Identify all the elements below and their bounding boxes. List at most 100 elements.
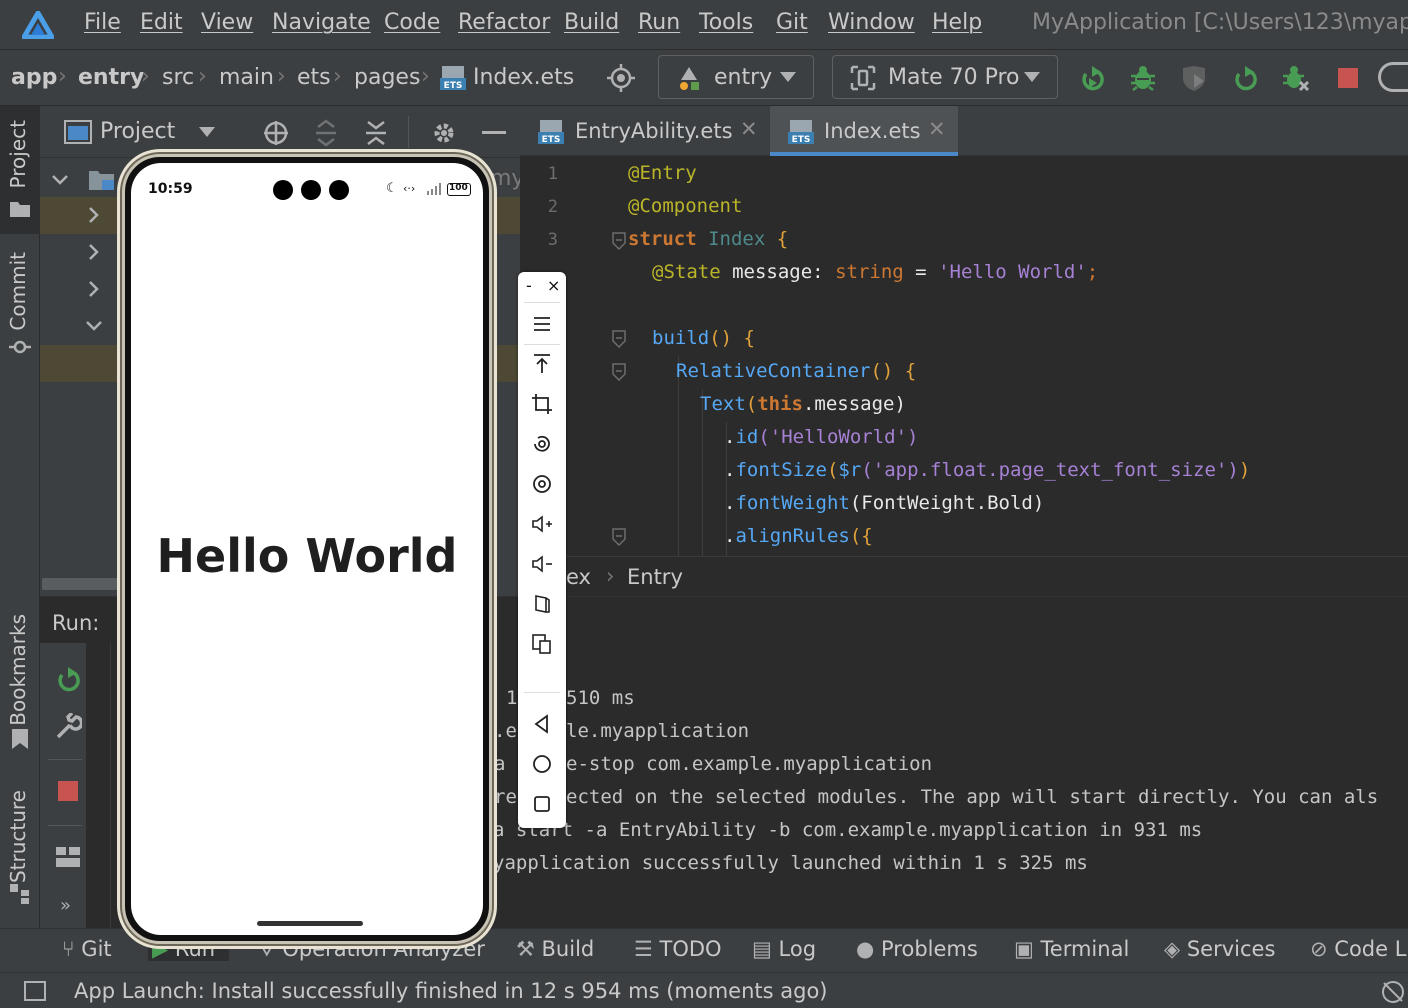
device-dropdown[interactable]: Mate 70 Pro — [832, 55, 1058, 99]
tab-entryability[interactable]: ETS EntryAbility.ets ✕ — [520, 106, 768, 156]
breadcrumb-file[interactable]: Index.ets — [473, 65, 574, 90]
run-config-dropdown[interactable]: entry — [658, 55, 814, 99]
line-number: 1 — [547, 164, 558, 184]
breadcrumb-separator: › — [606, 564, 615, 588]
crop-screenshot-icon[interactable] — [530, 392, 554, 416]
gear-icon[interactable] — [430, 119, 458, 147]
tab-todo[interactable]: ☰ TODO — [634, 937, 722, 961]
tab-terminal[interactable]: ▣ Terminal — [1014, 937, 1129, 961]
tab-build[interactable]: ⚒ Build — [516, 937, 594, 961]
volume-down-icon[interactable] — [530, 552, 554, 576]
menu-build[interactable]: Build — [564, 10, 619, 35]
breadcrumb-item[interactable]: Entry — [627, 565, 683, 589]
fold-marker-icon[interactable] — [612, 363, 626, 381]
breadcrumb-main[interactable]: main — [219, 65, 274, 90]
log-line: ected on the selected modules. The app w… — [566, 786, 1379, 808]
fold-marker-icon[interactable] — [612, 528, 626, 546]
rerun-icon[interactable] — [54, 665, 82, 693]
fold-marker-icon[interactable] — [612, 232, 626, 250]
stop-icon[interactable] — [58, 781, 78, 801]
menu-help[interactable]: Help — [932, 10, 982, 35]
tab-services[interactable]: ◈ Services — [1164, 937, 1275, 961]
menu-navigate[interactable]: Navigate — [272, 10, 371, 35]
app-logo-icon — [22, 11, 54, 39]
recents-icon[interactable] — [530, 792, 554, 816]
tab-label: Index.ets — [824, 119, 921, 143]
project-panel-title[interactable]: Project — [100, 119, 175, 144]
tab-log[interactable]: ▤ Log — [752, 937, 816, 961]
breadcrumb-pages[interactable]: pages — [354, 65, 420, 90]
breadcrumb-ets[interactable]: ets — [297, 65, 331, 90]
volume-up-icon[interactable] — [530, 512, 554, 536]
menu-tools[interactable]: Tools — [699, 10, 753, 35]
select-opened-file-icon[interactable] — [262, 119, 290, 147]
close-button[interactable]: × — [547, 276, 560, 295]
tab-git[interactable]: ⑂ Git — [62, 937, 112, 961]
chevron-down-icon[interactable] — [86, 320, 102, 332]
menu-icon[interactable] — [530, 312, 554, 336]
close-icon[interactable]: ✕ — [740, 117, 758, 141]
location-icon[interactable] — [530, 472, 554, 496]
horizontal-scrollbar[interactable] — [42, 578, 132, 590]
power-save-icon[interactable] — [1380, 979, 1406, 1005]
menu-git[interactable]: Git — [776, 10, 808, 35]
punctuation: . — [724, 492, 736, 514]
chevron-down-icon[interactable] — [198, 126, 216, 138]
chevron-right-icon[interactable] — [88, 244, 100, 260]
wrench-icon[interactable] — [54, 713, 82, 741]
collapse-all-icon[interactable] — [364, 119, 388, 147]
breadcrumb-src[interactable]: src — [162, 65, 194, 90]
more-icon[interactable]: » — [60, 895, 71, 916]
punctuation: () { — [870, 360, 917, 382]
home-icon[interactable] — [530, 752, 554, 776]
rotate-icon[interactable] — [530, 432, 554, 456]
code-editor[interactable]: 1 2 3 @Entry @Component struct Index { @… — [520, 156, 1408, 556]
minimize-panel-icon[interactable] — [482, 131, 506, 134]
breadcrumb-entry[interactable]: entry — [78, 65, 144, 90]
chevron-down-icon[interactable] — [52, 174, 68, 186]
tab-label: Git — [81, 937, 112, 961]
pin-top-icon[interactable] — [530, 352, 554, 376]
minimize-button[interactable]: - — [526, 276, 532, 295]
expand-all-icon[interactable] — [314, 119, 338, 147]
chevron-right-icon[interactable] — [88, 207, 100, 223]
fold-marker-icon[interactable] — [612, 330, 626, 348]
multi-screen-icon[interactable] — [530, 632, 554, 656]
status-message[interactable]: App Launch: Install successfully finishe… — [74, 979, 828, 1003]
profile-icon[interactable] — [1282, 64, 1310, 92]
log-line: a start -a EntryAbility -b com.example.m… — [493, 819, 1203, 841]
tab-project[interactable]: Project — [6, 120, 30, 188]
punctuation: ({ — [849, 525, 873, 547]
search-icon[interactable] — [1378, 62, 1408, 92]
fold-device-icon[interactable] — [530, 592, 554, 616]
stop-icon[interactable] — [1334, 64, 1362, 92]
menu-view[interactable]: View — [201, 10, 253, 35]
close-icon[interactable]: ✕ — [928, 117, 946, 141]
tab-problems[interactable]: ● Problems — [856, 937, 978, 961]
menu-edit[interactable]: Edit — [140, 10, 183, 35]
tab-code-linter[interactable]: ⊘ Code L — [1310, 937, 1406, 961]
attach-debugger-icon[interactable] — [1180, 64, 1208, 92]
menu-run[interactable]: Run — [638, 10, 680, 35]
tab-bookmarks[interactable]: Bookmarks — [6, 614, 30, 726]
rerun-icon[interactable] — [1078, 64, 1106, 92]
toggle-panels-icon[interactable] — [24, 981, 46, 1001]
debug-icon[interactable] — [1129, 64, 1157, 92]
menu-file[interactable]: File — [84, 10, 121, 35]
menu-code[interactable]: Code — [384, 10, 440, 35]
emulator-screen[interactable]: 10:59 ☾ ‹·› 100 Hello World — [131, 163, 483, 935]
tab-index-active[interactable]: ETS Index.ets ✕ — [770, 106, 958, 156]
device-emulator: 10:59 ☾ ‹·› 100 Hello World — [122, 154, 492, 944]
back-icon[interactable] — [530, 712, 554, 736]
home-indicator[interactable] — [257, 921, 363, 926]
breadcrumb-item[interactable]: ex — [566, 565, 591, 589]
breadcrumb-app[interactable]: app — [11, 65, 57, 90]
locate-target-icon[interactable] — [606, 63, 636, 93]
apply-changes-icon[interactable] — [1231, 64, 1259, 92]
tab-structure[interactable]: Structure — [6, 790, 30, 883]
menu-refactor[interactable]: Refactor — [458, 10, 550, 35]
tab-commit[interactable]: Commit — [6, 252, 30, 331]
chevron-right-icon[interactable] — [88, 281, 100, 297]
layout-icon[interactable] — [56, 847, 80, 867]
menu-window[interactable]: Window — [828, 10, 915, 35]
